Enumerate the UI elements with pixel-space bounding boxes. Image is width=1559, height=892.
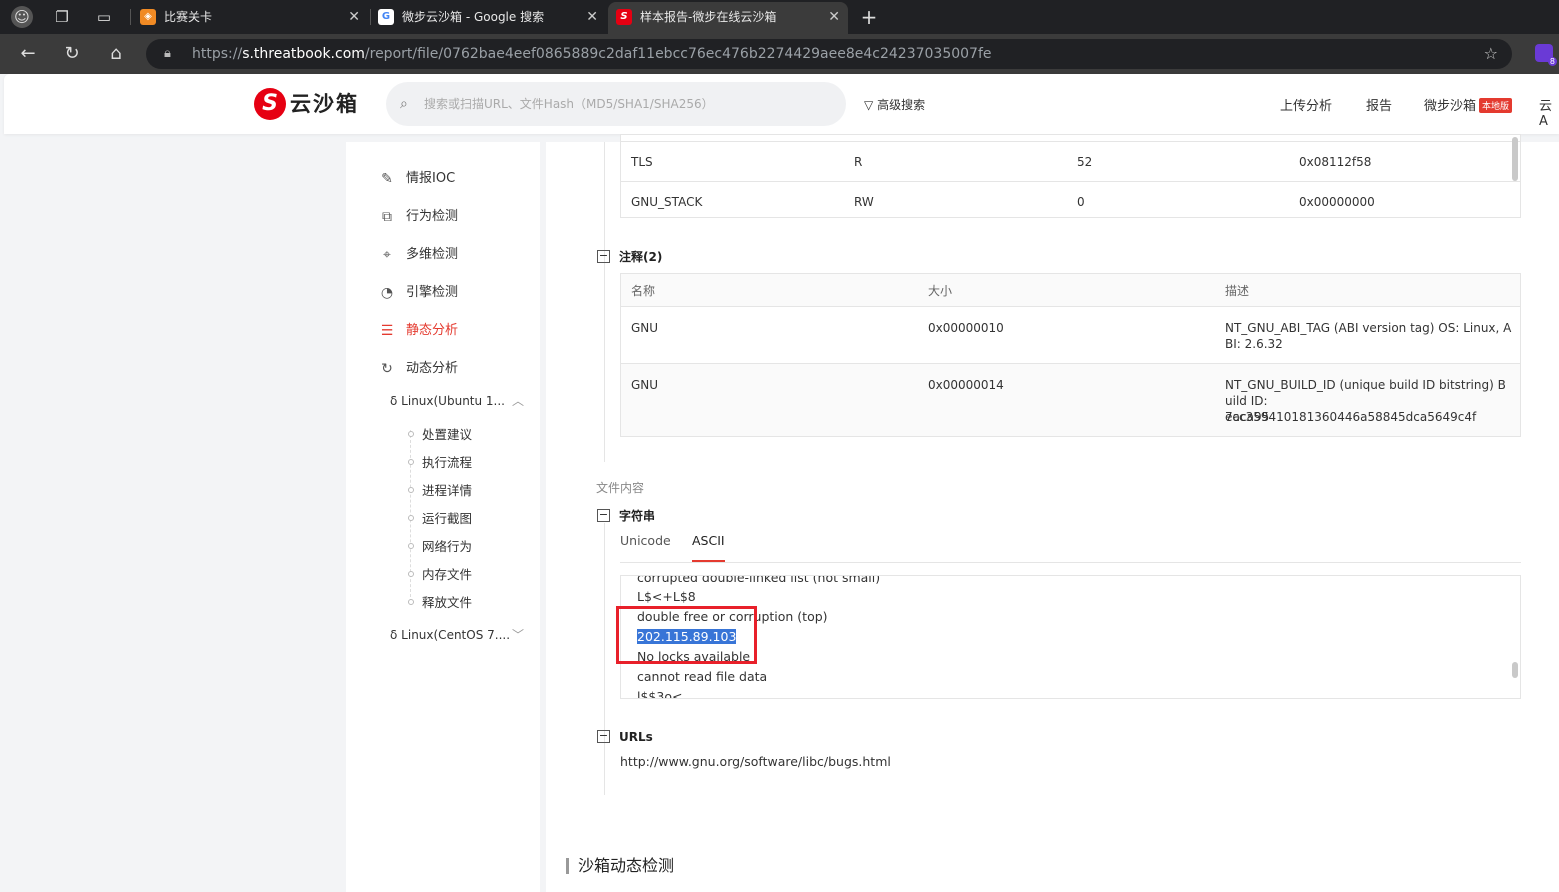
- linux-icon: δ: [390, 628, 398, 642]
- home-icon[interactable]: ⌂: [104, 42, 128, 66]
- table-row: GNU 0x00000010 NT_GNU_ABI_TAG (ABI versi…: [621, 307, 1520, 364]
- nav-dynamic-analysis[interactable]: ↻ 动态分析: [378, 359, 458, 379]
- nav-sub-memory-files[interactable]: 内存文件: [407, 564, 472, 583]
- list-item: corrupted double-linked list (not small): [637, 575, 881, 585]
- strings-scrollbar[interactable]: [1512, 662, 1518, 678]
- site-header: S 云沙箱 ⌕ 搜索或扫描URL、文件Hash（MD5/SHA1/SHA256）…: [4, 74, 1559, 134]
- lock-icon: 🔒︎: [164, 46, 171, 61]
- browser-tab-2[interactable]: G 微步云沙箱 - Google 搜索 ✕: [370, 2, 606, 34]
- nav-static-analysis[interactable]: ☰ 静态分析: [378, 321, 458, 341]
- collapse-icon: −: [597, 249, 610, 263]
- nav-sub-recommendation[interactable]: 处置建议: [407, 424, 472, 443]
- linux-icon: δ: [390, 394, 398, 408]
- url-list-item[interactable]: http://www.gnu.org/software/libc/bugs.ht…: [620, 754, 891, 769]
- favorite-star-icon[interactable]: ☆: [1484, 39, 1498, 69]
- scan-icon: ⌖: [383, 247, 391, 263]
- browser-tab-bar: ☺ ❐ ▭ ◈ 比赛关卡 ✕ G 微步云沙箱 - Google 搜索 ✕ S 样…: [0, 0, 1559, 34]
- table-scrollbar[interactable]: [1512, 137, 1518, 181]
- nav-group-centos[interactable]: δ Linux(CentOS 7.... ﹀: [390, 628, 524, 642]
- dynamic-detection-title: 沙箱动态检测: [566, 856, 674, 876]
- table-row: TLS R 52 0x08112f58: [621, 141, 1520, 182]
- local-edition-badge: 本地版: [1479, 98, 1513, 113]
- close-tab-icon[interactable]: ✕: [348, 2, 360, 32]
- reload-icon[interactable]: ↻: [60, 42, 84, 66]
- list-item: L$<+L$8: [637, 589, 696, 604]
- url-field[interactable]: 🔒︎ https://s.threatbook.com/report/file/…: [146, 39, 1512, 69]
- upload-analysis-link[interactable]: 上传分析: [1280, 95, 1332, 114]
- tab-actions-icon[interactable]: ▭: [93, 6, 115, 28]
- urls-section-toggle[interactable]: − URLs: [597, 729, 653, 745]
- search-input[interactable]: ⌕ 搜索或扫描URL、文件Hash（MD5/SHA1/SHA256）: [386, 82, 846, 126]
- notes-table[interactable]: 名称 大小 描述 GNU 0x00000010 NT_GNU_ABI_TAG (…: [620, 273, 1521, 437]
- table-header-row: 名称 大小 描述: [621, 274, 1520, 307]
- list-item: l$$3o<: [637, 689, 683, 699]
- tab-ascii[interactable]: ASCII: [692, 533, 725, 562]
- browser-tab-1[interactable]: ◈ 比赛关卡 ✕: [132, 2, 368, 34]
- cloud-link[interactable]: 云A: [1539, 95, 1559, 129]
- segments-table[interactable]: TLS R 52 0x08112f58 GNU_STACK RW 0 0x000…: [620, 134, 1521, 218]
- gauge-icon: ◔: [380, 285, 394, 301]
- threatbook-favicon-icon: S: [616, 9, 632, 25]
- profile-avatar-icon[interactable]: ☺: [11, 6, 33, 28]
- new-tab-icon[interactable]: +: [858, 6, 880, 28]
- notes-section-toggle[interactable]: − 注释(2): [597, 249, 662, 265]
- nav-group-ubuntu[interactable]: δ Linux(Ubuntu 1... ︿: [390, 394, 524, 408]
- nav-multi-detection[interactable]: ⌖ 多维检测: [378, 245, 458, 265]
- collections-icon[interactable]: ❐: [51, 6, 73, 28]
- collapse-icon: −: [597, 508, 610, 522]
- nav-engine-detection[interactable]: ◔ 引擎检测: [378, 283, 458, 303]
- annotation-highlight-box: [616, 606, 757, 664]
- site-logo[interactable]: S 云沙箱: [254, 88, 359, 120]
- extension-icon[interactable]: 8: [1535, 44, 1557, 66]
- browser-tab-3[interactable]: S 样本报告-微步在线云沙箱 ✕: [608, 2, 848, 34]
- nav-sub-screenshots[interactable]: 运行截图: [407, 508, 472, 527]
- close-tab-icon[interactable]: ✕: [586, 2, 598, 32]
- tab-favicon-icon: ◈: [140, 9, 156, 25]
- table-row: GNU_STACK RW 0 0x00000000: [631, 195, 1375, 209]
- nav-sub-dropped-files[interactable]: 释放文件: [407, 592, 472, 611]
- nav-sub-process-details[interactable]: 进程详情: [407, 480, 472, 499]
- chart-icon: ⧉: [382, 209, 392, 225]
- nav-sub-network[interactable]: 网络行为: [407, 536, 472, 555]
- google-favicon-icon: G: [378, 9, 394, 25]
- tab-unicode[interactable]: Unicode: [620, 533, 671, 549]
- filter-icon: ▽: [864, 98, 874, 112]
- collapse-icon: −: [597, 729, 610, 743]
- nav-sub-execution-flow[interactable]: 执行流程: [407, 452, 472, 471]
- chevron-up-icon: ︿: [512, 394, 525, 408]
- chevron-down-icon: ﹀: [512, 628, 525, 642]
- edit-icon: ✎: [381, 171, 393, 187]
- strings-section-toggle[interactable]: − 字符串: [597, 508, 655, 524]
- nav-intel-ioc[interactable]: ✎ 情报IOC: [378, 169, 455, 189]
- cycle-icon: ↻: [381, 361, 393, 377]
- logo-mark-icon: S: [254, 88, 286, 120]
- report-link[interactable]: 报告: [1366, 95, 1392, 114]
- close-tab-icon[interactable]: ✕: [828, 2, 840, 32]
- search-icon: ⌕: [400, 96, 408, 112]
- table-row: GNU 0x00000014 NT_GNU_BUILD_ID (unique b…: [631, 378, 1506, 424]
- list-icon: ☰: [380, 323, 394, 339]
- advanced-search-link[interactable]: ▽ 高级搜索: [864, 96, 925, 113]
- sandbox-link[interactable]: 微步沙箱 本地版: [1424, 95, 1513, 114]
- strings-tabs: Unicode ASCII: [620, 533, 1521, 563]
- list-item: cannot read file data: [637, 669, 768, 684]
- back-icon[interactable]: ←: [16, 42, 40, 66]
- file-content-label: 文件内容: [596, 481, 645, 495]
- nav-behavior-detection[interactable]: ⧉ 行为检测: [378, 207, 458, 227]
- browser-address-bar: ← ↻ ⌂ 🔒︎ https://s.threatbook.com/report…: [0, 34, 1559, 74]
- report-main-content: [546, 142, 1559, 892]
